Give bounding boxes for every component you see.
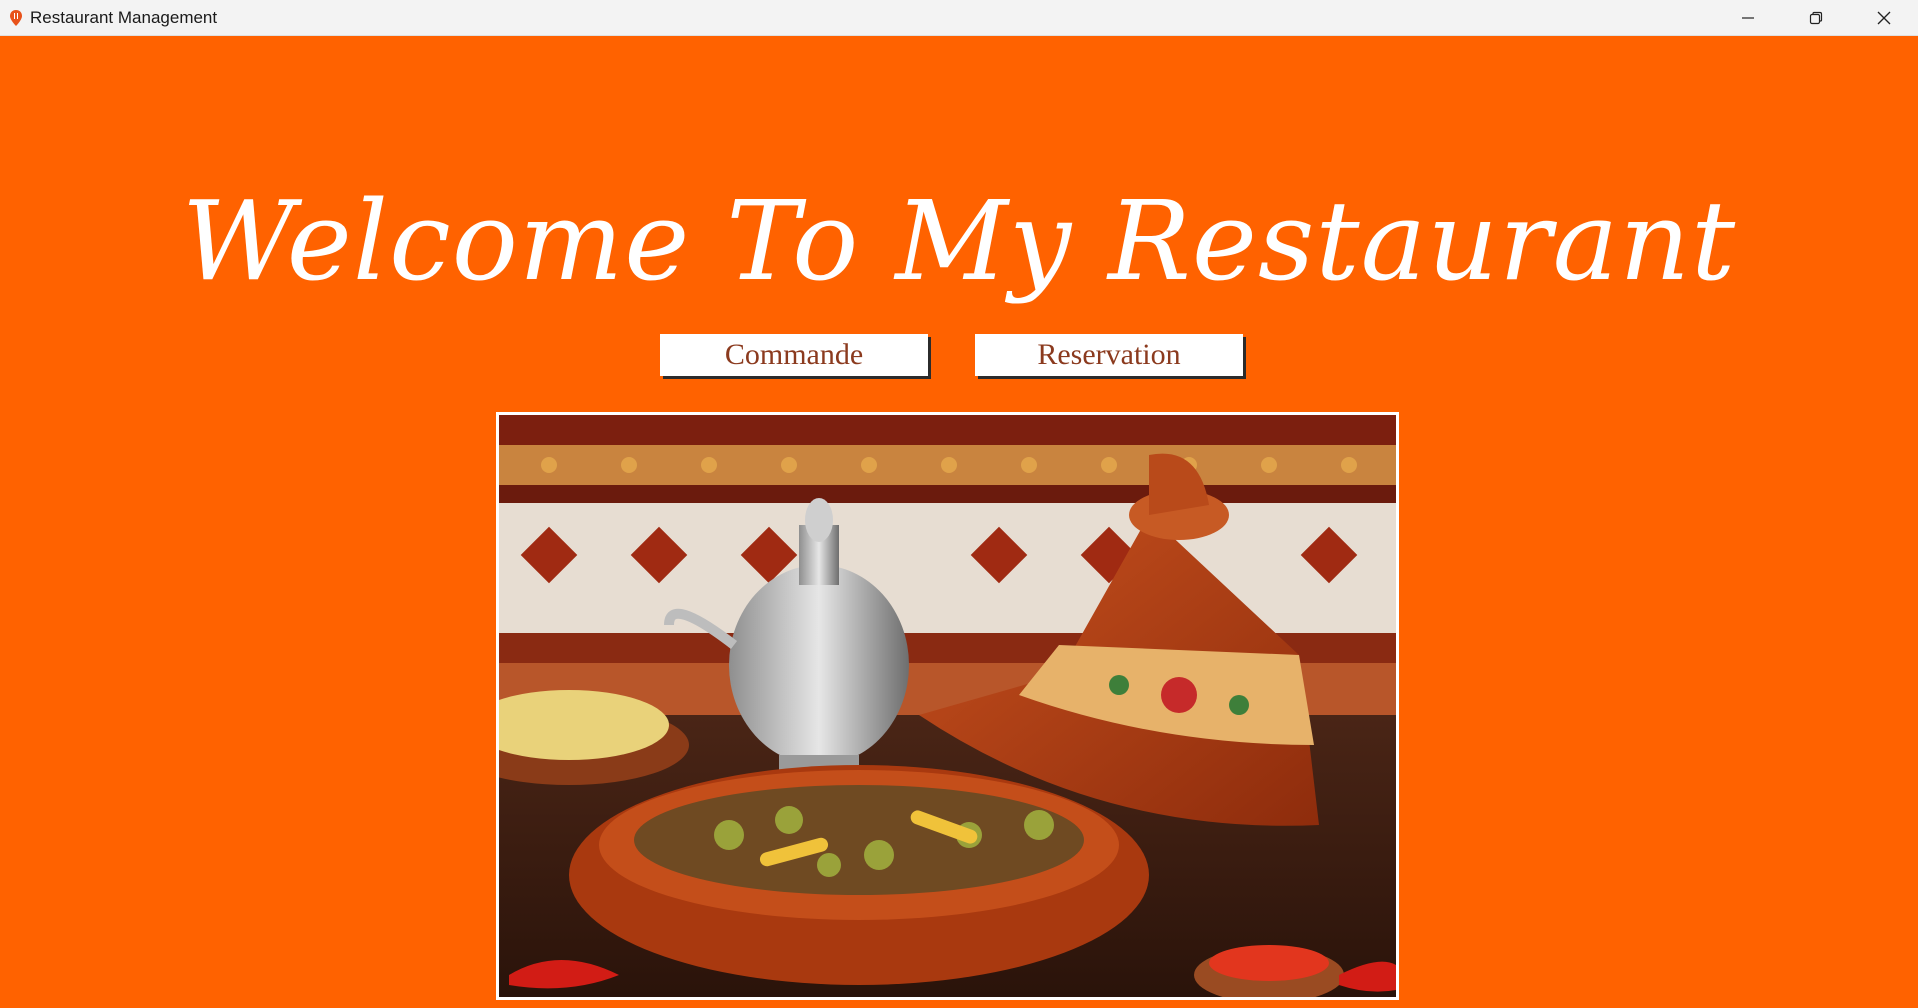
restore-icon[interactable] bbox=[1782, 0, 1850, 35]
close-icon[interactable] bbox=[1850, 0, 1918, 35]
restaurant-pin-icon bbox=[2, 0, 30, 35]
main-content: Welcome To My Restaurant Commande Reserv… bbox=[0, 36, 1918, 1008]
window-controls bbox=[1714, 0, 1918, 35]
title-bar: Restaurant Management bbox=[0, 0, 1918, 36]
window-title: Restaurant Management bbox=[30, 7, 218, 27]
minimize-icon[interactable] bbox=[1714, 0, 1782, 35]
tagine-photo bbox=[496, 412, 1399, 1000]
commande-button[interactable]: Commande bbox=[660, 334, 928, 376]
welcome-heading: Welcome To My Restaurant bbox=[181, 177, 1737, 305]
reservation-button[interactable]: Reservation bbox=[975, 334, 1243, 376]
